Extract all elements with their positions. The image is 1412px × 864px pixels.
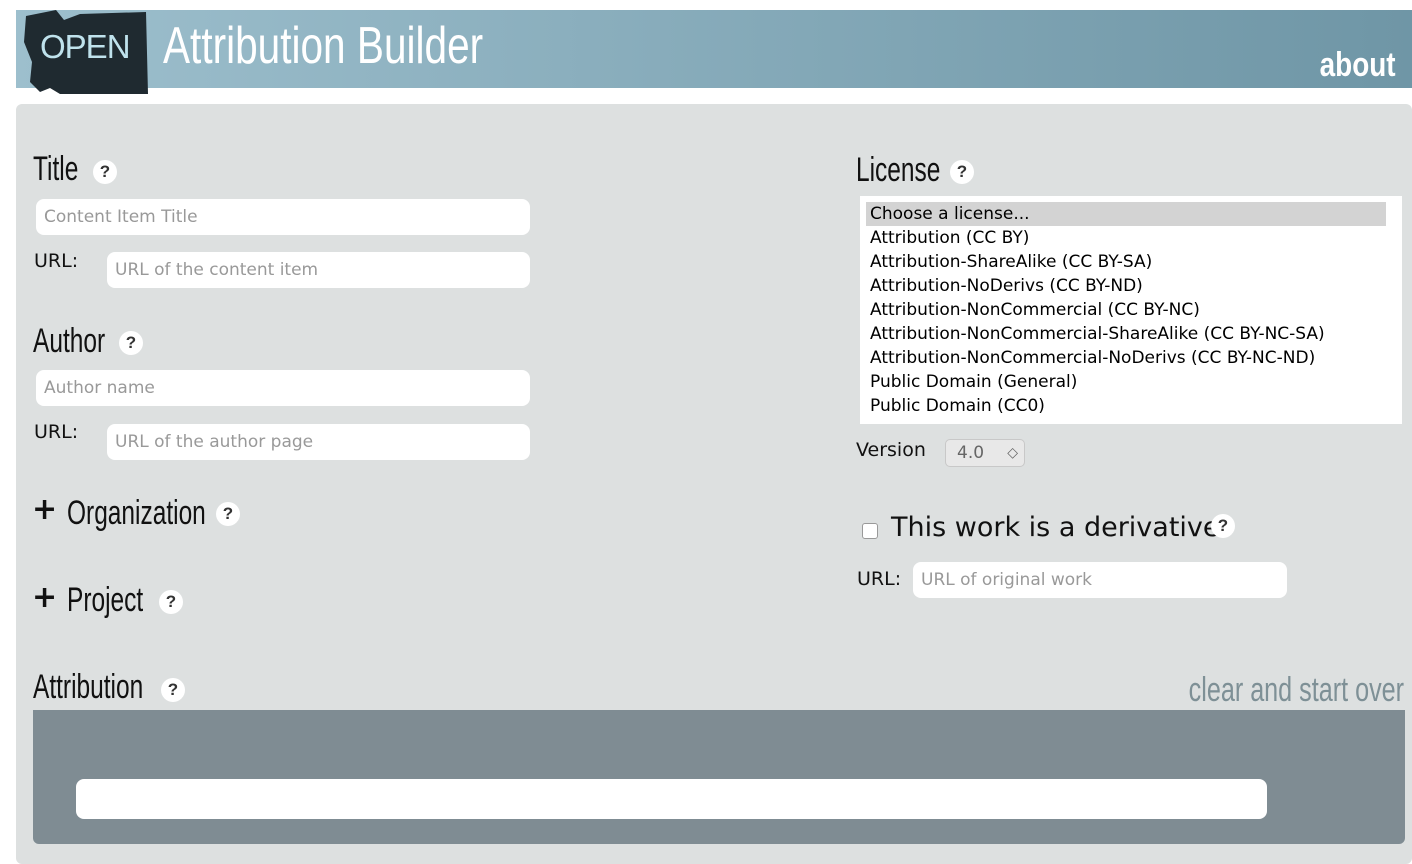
project-expand-icon[interactable]: + bbox=[32, 580, 57, 615]
project-heading[interactable]: Project bbox=[67, 581, 143, 620]
version-value: 4.0 bbox=[957, 443, 985, 463]
title-url-input[interactable] bbox=[107, 252, 530, 288]
license-option[interactable]: Attribution-ShareAlike (CC BY-SA) bbox=[866, 250, 1386, 274]
attribution-help-icon[interactable]: ? bbox=[161, 678, 185, 702]
project-help-icon[interactable]: ? bbox=[159, 590, 183, 614]
derivative-label[interactable]: This work is a derivative bbox=[891, 512, 1220, 543]
original-work-url-input[interactable] bbox=[913, 562, 1287, 598]
builder-panel: Title ? URL: Author ? URL: + Organizatio… bbox=[16, 104, 1412, 864]
organization-help-icon[interactable]: ? bbox=[216, 502, 240, 526]
version-label: Version bbox=[856, 439, 926, 461]
title-url-label: URL: bbox=[34, 250, 79, 272]
license-option[interactable]: Attribution-NonCommercial (CC BY-NC) bbox=[866, 298, 1386, 322]
derivative-checkbox[interactable] bbox=[862, 523, 878, 539]
derivative-help-icon[interactable]: ? bbox=[1211, 514, 1235, 538]
license-help-icon[interactable]: ? bbox=[950, 160, 974, 184]
title-heading: Title bbox=[33, 150, 79, 188]
author-help-icon[interactable]: ? bbox=[119, 331, 143, 355]
app-title: Attribution Builder bbox=[163, 17, 484, 75]
license-option[interactable]: Choose a license... bbox=[866, 202, 1386, 226]
license-select[interactable]: Choose a license... Attribution (CC BY) … bbox=[860, 196, 1402, 424]
license-heading: License bbox=[856, 151, 941, 189]
title-input[interactable] bbox=[36, 199, 530, 235]
organization-expand-icon[interactable]: + bbox=[32, 492, 57, 527]
license-option[interactable]: Attribution-NonCommercial-NoDerivs (CC B… bbox=[866, 346, 1386, 370]
author-heading: Author bbox=[33, 322, 106, 360]
author-url-label: URL: bbox=[34, 421, 79, 443]
license-option[interactable]: Attribution (CC BY) bbox=[866, 226, 1386, 250]
open-logo[interactable]: OPEN bbox=[20, 2, 150, 100]
license-option[interactable]: Public Domain (CC0) bbox=[866, 394, 1386, 418]
select-arrows-icon: ◇ bbox=[1007, 445, 1018, 461]
logo-text: OPEN bbox=[40, 28, 131, 65]
organization-heading[interactable]: Organization bbox=[67, 494, 206, 533]
version-select[interactable]: 4.0 ◇ bbox=[945, 439, 1025, 467]
author-url-input[interactable] bbox=[107, 424, 530, 460]
attribution-output-field[interactable] bbox=[76, 779, 1267, 819]
about-link[interactable]: about bbox=[1320, 46, 1396, 85]
license-option[interactable]: Attribution-NonCommercial-ShareAlike (CC… bbox=[866, 322, 1386, 346]
attribution-heading: Attribution bbox=[33, 668, 144, 706]
license-option[interactable]: Attribution-NoDerivs (CC BY-ND) bbox=[866, 274, 1386, 298]
license-option[interactable]: Public Domain (General) bbox=[866, 370, 1386, 394]
derivative-url-label: URL: bbox=[857, 568, 902, 590]
author-name-input[interactable] bbox=[36, 370, 530, 406]
app-header: OPEN Attribution Builder about bbox=[16, 10, 1412, 94]
title-help-icon[interactable]: ? bbox=[93, 160, 117, 184]
clear-and-start-over-link[interactable]: clear and start over bbox=[1189, 671, 1404, 710]
attribution-output-box bbox=[33, 710, 1405, 844]
